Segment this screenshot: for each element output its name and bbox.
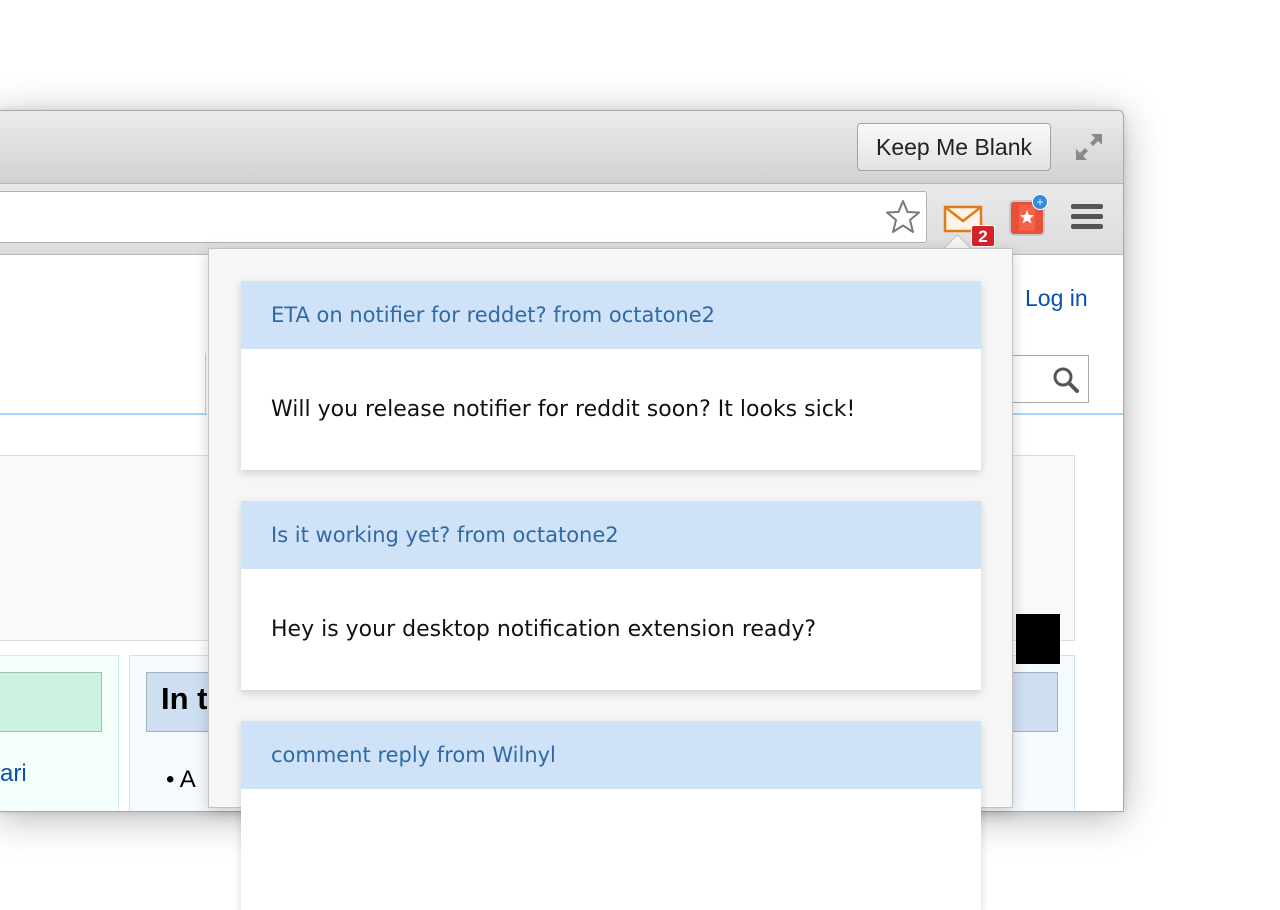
notification-card[interactable]: comment reply from Wilnyl	[241, 721, 981, 910]
news-bullet-text[interactable]: A	[180, 766, 196, 793]
notification-popup: ETA on notifier for reddet? from octaton…	[208, 248, 1013, 910]
in-the-news-title: In t	[161, 681, 208, 716]
black-image	[1016, 614, 1060, 664]
notification-card[interactable]: ETA on notifier for reddet? from octaton…	[241, 281, 981, 470]
notification-body: Will you release notifier for reddit soo…	[271, 397, 856, 422]
search-icon[interactable]	[1052, 366, 1080, 394]
titlebar: Keep Me Blank	[0, 111, 1123, 184]
star-icon[interactable]	[884, 198, 922, 236]
plus-icon: +	[1032, 194, 1048, 210]
notification-body	[241, 789, 981, 910]
notification-title[interactable]: ETA on notifier for reddet? from octaton…	[241, 281, 981, 349]
divider	[0, 413, 207, 415]
mail-badge: 2	[971, 225, 995, 247]
notification-title[interactable]: comment reply from Wilnyl	[241, 721, 981, 789]
green-panel-link[interactable]: ari	[0, 760, 27, 788]
green-panel: ari	[0, 655, 119, 811]
notification-card[interactable]: Is it working yet? from octatone2 Hey is…	[241, 501, 981, 690]
address-bar[interactable]	[0, 191, 927, 243]
menu-icon[interactable]	[1071, 204, 1103, 232]
green-panel-header	[0, 672, 102, 732]
news-bullet-item: • A	[166, 766, 196, 793]
fullscreen-icon[interactable]	[1073, 131, 1105, 163]
keep-me-blank-button[interactable]: Keep Me Blank	[857, 123, 1051, 171]
notification-body: Hey is your desktop notification extensi…	[271, 617, 817, 642]
login-link[interactable]: Log in	[1025, 285, 1088, 312]
divider	[205, 353, 206, 415]
notification-title[interactable]: Is it working yet? from octatone2	[241, 501, 981, 569]
divider	[997, 413, 1123, 415]
